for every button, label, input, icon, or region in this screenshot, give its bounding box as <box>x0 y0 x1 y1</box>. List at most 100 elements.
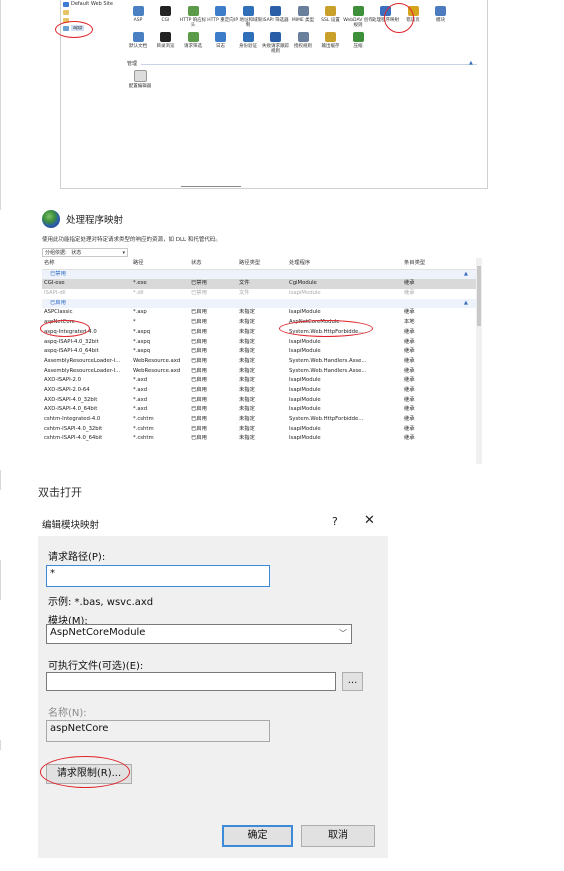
feature-item[interactable]: 日志 <box>206 32 236 49</box>
feature-icon <box>325 6 336 16</box>
table-cell: *.axd <box>133 377 148 384</box>
feature-item[interactable]: HTTP 重定向 <box>206 6 236 23</box>
page-guide-line <box>0 740 1 750</box>
close-icon[interactable]: ✕ <box>364 513 375 528</box>
dialog-titlebar: 编辑模块映射 ? ✕ <box>38 510 388 536</box>
table-cell: 继承 <box>404 309 415 316</box>
feature-item[interactable]: CGI <box>151 6 181 23</box>
scrollbar-stub[interactable] <box>181 186 241 190</box>
column-header[interactable]: 处理程序 <box>289 259 399 269</box>
feature-item[interactable]: ISAPI 筛选器 <box>261 6 291 23</box>
table-cell: cshtm-Integrated-4.0 <box>44 416 101 422</box>
table-row[interactable]: AXD-ISAPI-4.0_32bit *.axd 已启用 未指定 IsapiModul… <box>42 396 476 406</box>
website-icon <box>63 2 69 7</box>
feature-item[interactable]: IP 地址和域限制 <box>233 6 263 28</box>
annotation-circle-handler-mappings <box>384 3 414 33</box>
table-cell: 继承 <box>404 348 415 355</box>
table-row[interactable]: cshtm-ISAPI-4.0_64bit *.cshtm 已启用 未指定 IsapiM… <box>42 434 476 444</box>
feature-label: WebDAV 创作规则 <box>343 18 373 28</box>
feature-config-editor[interactable]: 配置编辑器 <box>125 70 155 89</box>
scrollbar-thumb[interactable] <box>477 266 481 326</box>
table-row[interactable]: ASPClassic *.asp 已启用 未指定 IsapiModule 继承 <box>42 308 476 318</box>
request-path-input[interactable]: * <box>46 565 270 587</box>
table-cell: 已启用 <box>191 416 207 422</box>
feature-label: 身份验证 <box>239 44 257 49</box>
help-icon[interactable]: ? <box>332 515 338 528</box>
table-row[interactable]: AssemblyResourceLoader-I... WebResource.a… <box>42 357 476 367</box>
table-cell: 继承 <box>404 377 415 384</box>
table-row[interactable]: aspNetCore * 已启用 未指定 AspNetCoreModule 本地 <box>42 318 476 328</box>
cancel-button[interactable]: 取消 <box>301 825 375 847</box>
feature-item[interactable]: 请求筛选 <box>178 32 208 49</box>
vertical-scrollbar[interactable] <box>476 258 482 464</box>
feature-item[interactable]: HTTP 响应标头 <box>178 6 208 28</box>
table-header: 名称 路径 状态 路径类型 处理程序 条目类型 <box>42 259 476 270</box>
browse-button[interactable]: ... <box>342 672 363 691</box>
feature-icon <box>270 32 281 42</box>
section-enabled[interactable]: 已启用 ▲ <box>42 298 476 309</box>
feature-label: 授权规则 <box>294 44 312 49</box>
annotation-circle-module <box>279 320 373 337</box>
table-cell: 已启用 <box>191 328 207 335</box>
table-row[interactable]: ISAPI-dll *.dll 已禁用 文件 IsapiModule 继承 <box>42 289 476 299</box>
executable-input[interactable] <box>46 672 336 691</box>
feature-item[interactable]: 模块 <box>426 6 456 23</box>
collapse-icon[interactable]: ▲ <box>469 60 473 66</box>
table-cell: *.aspq <box>133 328 151 335</box>
table-cell: System.Web.HttpForbidde... <box>289 416 364 422</box>
config-editor-icon <box>133 70 147 82</box>
feature-item[interactable]: 目录浏览 <box>151 32 181 49</box>
feature-label: MIME 类型 <box>291 18 315 23</box>
table-row[interactable]: aspq-ISAPI-4.0_32bit *.aspq 已启用 未指定 IsapiMod… <box>42 338 476 348</box>
table-row[interactable]: AXD-ISAPI-2.0 *.axd 已启用 未指定 IsapiModule 继承 <box>42 376 476 386</box>
feature-item[interactable]: 失败请求跟踪规则 <box>261 32 291 54</box>
group-by-label: 分组依据: <box>45 250 67 256</box>
column-header[interactable]: 名称 <box>44 259 128 269</box>
feature-label: 压缩 <box>353 44 363 49</box>
tree-item-default-web-site[interactable]: Default Web Site <box>71 1 113 7</box>
ok-button[interactable]: 确定 <box>222 825 293 847</box>
group-by-dropdown[interactable]: 分组依据: 状态 ▾ <box>42 248 128 257</box>
table-cell: 已启用 <box>191 309 207 316</box>
collapse-icon[interactable]: ▲ <box>464 270 468 280</box>
column-header[interactable]: 条目类型 <box>404 259 444 269</box>
table-row[interactable]: AXD-ISAPI-4.0_64bit *.axd 已启用 未指定 IsapiModul… <box>42 405 476 415</box>
feature-item[interactable]: 默认文档 <box>123 32 153 49</box>
collapse-icon[interactable]: ▲ <box>464 299 468 309</box>
table-cell: 已启用 <box>191 338 207 345</box>
feature-item[interactable]: 压缩 <box>343 32 373 49</box>
table-cell: AssemblyResourceLoader-I... <box>44 367 121 374</box>
feature-item[interactable]: 输出缓存 <box>316 32 346 49</box>
feature-item[interactable]: WebDAV 创作规则 <box>343 6 373 28</box>
table-row[interactable]: AXD-ISAPI-2.0-64 *.axd 已启用 未指定 IsapiModule 继承 <box>42 386 476 396</box>
column-header[interactable]: 状态 <box>191 259 235 269</box>
section-label: 已禁用 <box>50 270 66 277</box>
table-cell: *.axd <box>133 386 148 393</box>
table-row[interactable]: CGI-exe *.exe 已禁用 文件 CgiModule 继承 <box>42 279 476 290</box>
feature-item[interactable]: 授权规则 <box>288 32 318 49</box>
table-cell: 继承 <box>404 425 415 432</box>
table-row[interactable]: aspq-Integrated-4.0 *.aspq 已启用 未指定 System.We… <box>42 328 476 338</box>
table-cell: WebResource.axd <box>133 367 181 374</box>
column-header[interactable]: 路径类型 <box>239 259 283 269</box>
name-input[interactable]: aspNetCore <box>46 720 270 742</box>
table-cell: IsapiModule <box>289 396 321 403</box>
table-cell: *.asp <box>133 309 147 316</box>
handler-mappings-table: 名称 路径 状态 路径类型 处理程序 条目类型 已禁用 ▲ CGI-exe *.exe 已禁用 文件 C… <box>42 259 476 444</box>
feature-item[interactable]: MIME 类型 <box>288 6 318 23</box>
table-cell: IsapiModule <box>289 348 321 355</box>
feature-item[interactable]: SSL 设置 <box>316 6 346 23</box>
table-row[interactable]: aspq-ISAPI-4.0_64bit *.aspq 已启用 未指定 IsapiMod… <box>42 347 476 357</box>
table-row[interactable]: cshtm-Integrated-4.0 *.cshtm 已启用 未指定 System.… <box>42 415 476 425</box>
table-cell: IsapiModule <box>289 425 321 432</box>
feature-item[interactable]: 身份验证 <box>233 32 263 49</box>
module-select[interactable]: AspNetCoreModule ﹀ <box>46 624 352 644</box>
feature-label: 请求筛选 <box>184 44 202 49</box>
feature-label: 默认文档 <box>129 44 147 49</box>
table-row[interactable]: AssemblyResourceLoader-I... WebResource.a… <box>42 367 476 377</box>
section-disabled[interactable]: 已禁用 ▲ <box>42 269 476 280</box>
column-header[interactable]: 路径 <box>133 259 187 269</box>
table-cell: AXD-ISAPI-4.0_32bit <box>44 396 98 403</box>
table-row[interactable]: cshtm-ISAPI-4.0_32bit *.cshtm 已启用 未指定 IsapiM… <box>42 425 476 435</box>
feature-item[interactable]: ASP <box>123 6 153 23</box>
